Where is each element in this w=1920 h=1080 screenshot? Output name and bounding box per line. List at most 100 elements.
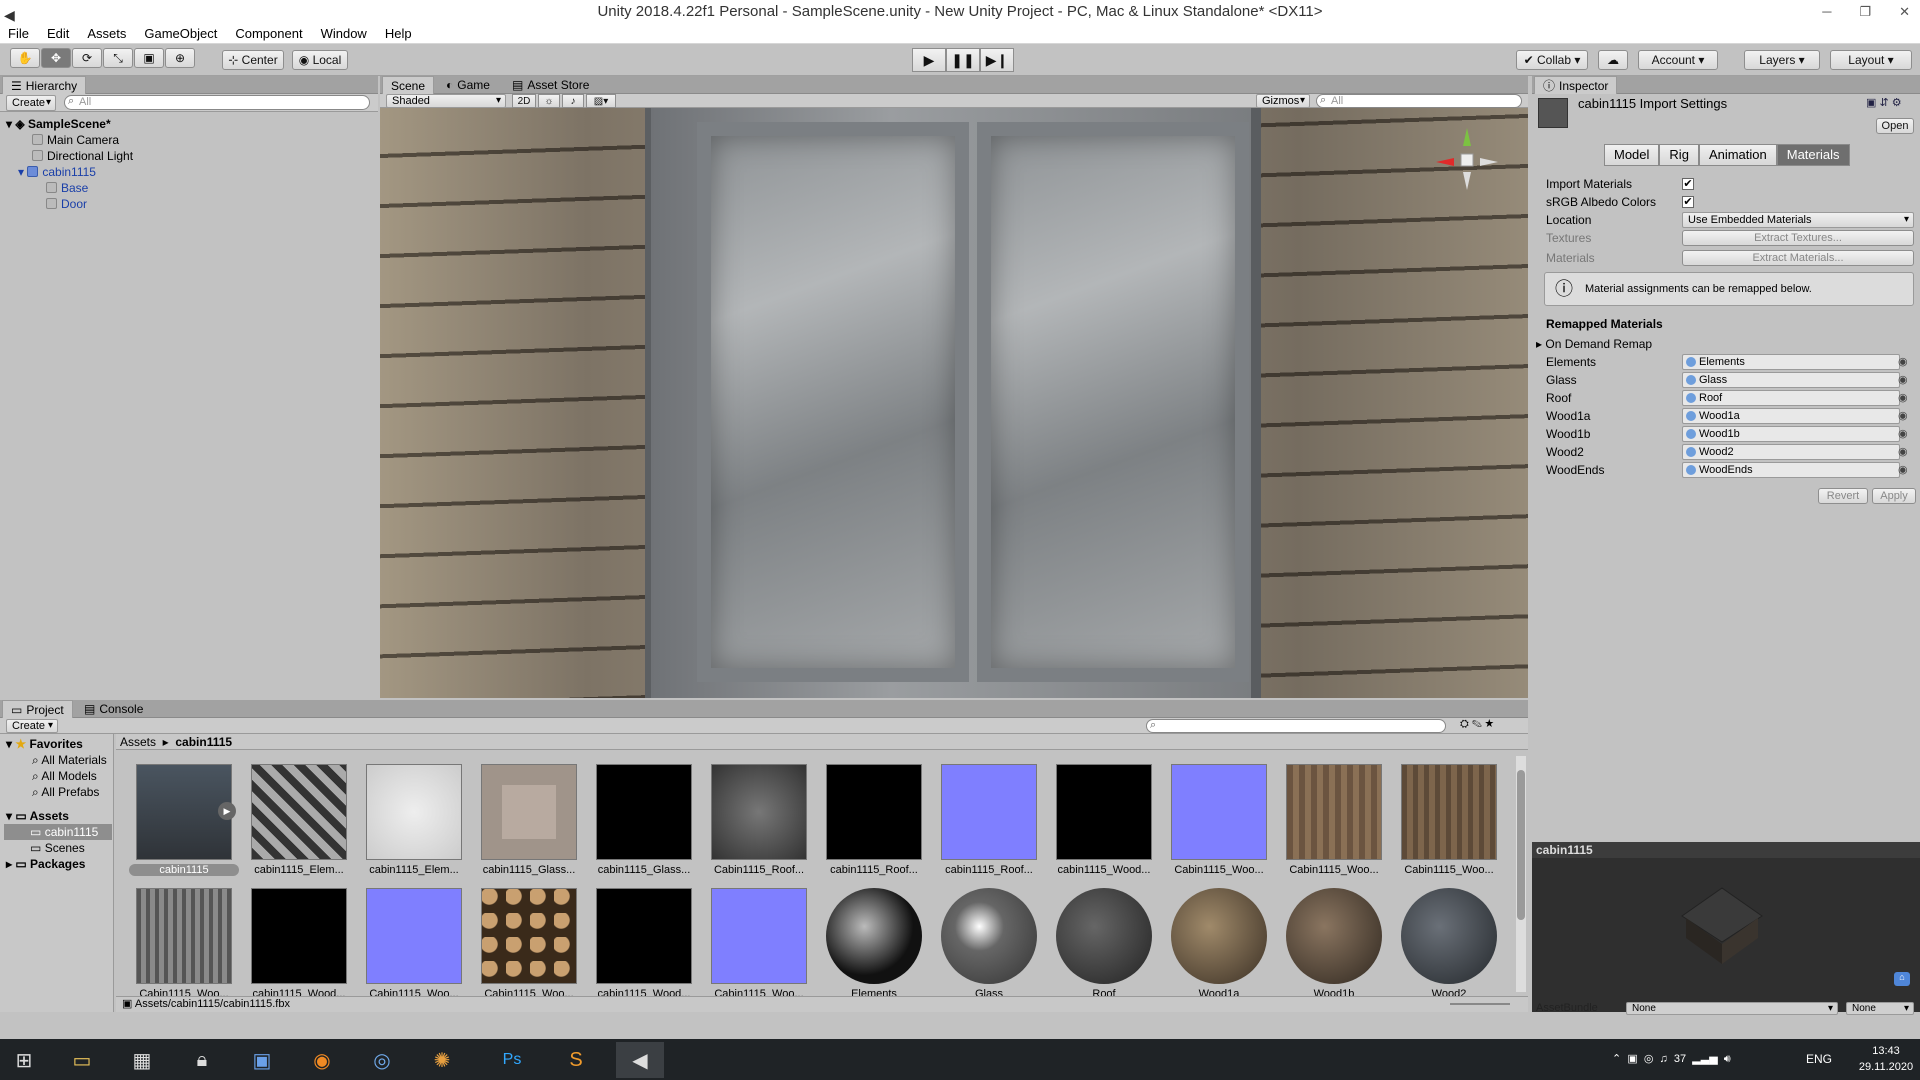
scene-orientation-gizmo[interactable]: [1432, 124, 1502, 194]
close-button[interactable]: ✕: [1899, 0, 1910, 24]
asset-thumbnail[interactable]: [1401, 764, 1497, 860]
asset-thumbnail[interactable]: [481, 888, 577, 984]
menu-gameobject[interactable]: GameObject: [144, 26, 217, 41]
gizmo-neg-y-axis[interactable]: [1463, 172, 1471, 190]
remap-field-roof[interactable]: Roof: [1682, 390, 1900, 406]
folder-cabin1115[interactable]: ▭ cabin1115: [4, 824, 112, 840]
start-button[interactable]: ⊞: [0, 1042, 48, 1078]
hierarchy-item-directional-light[interactable]: Directional Light: [32, 148, 133, 164]
apply-button[interactable]: Apply: [1872, 488, 1916, 504]
clock[interactable]: 13:43 29.11.2020: [1856, 1043, 1916, 1075]
open-button[interactable]: Open: [1876, 118, 1914, 134]
hierarchy-item-cabin1115[interactable]: ▾ cabin1115: [18, 164, 96, 180]
lighting-toggle[interactable]: ☼: [538, 94, 560, 108]
pivot-center-button[interactable]: ⊹ Center: [222, 50, 284, 70]
srgb-checkbox[interactable]: ✔: [1682, 196, 1694, 208]
asset-thumbnail[interactable]: [826, 888, 922, 984]
asset-thumbnail[interactable]: [1056, 888, 1152, 984]
menu-assets[interactable]: Assets: [87, 26, 126, 41]
object-picker-icon[interactable]: ◉: [1898, 391, 1908, 404]
asset-thumbnail[interactable]: [596, 888, 692, 984]
object-picker-icon[interactable]: ◉: [1898, 427, 1908, 440]
favorites-foldout[interactable]: ▾ ★ Favorites: [6, 736, 83, 752]
breadcrumb-assets[interactable]: Assets: [120, 735, 156, 749]
taskbar-keepass[interactable]: 🔒︎: [178, 1042, 226, 1078]
tab-console[interactable]: ▤ Console: [76, 700, 151, 718]
on-demand-remap-foldout[interactable]: ▸ On Demand Remap: [1536, 336, 1652, 352]
transform-tool-button[interactable]: ⊕: [165, 48, 195, 68]
asset-thumbnail[interactable]: [136, 888, 232, 984]
fav-all-models[interactable]: ⌕ All Models: [32, 768, 97, 784]
taskbar-explorer[interactable]: ▭: [58, 1042, 106, 1078]
project-scrollbar[interactable]: [1516, 756, 1526, 992]
tab-rig[interactable]: Rig: [1659, 144, 1699, 166]
tab-asset-store[interactable]: ▤ Asset Store: [504, 76, 597, 94]
shading-mode-dropdown[interactable]: Shaded: [386, 94, 506, 108]
scrollbar-thumb[interactable]: [1517, 770, 1525, 920]
asset-thumbnail[interactable]: [941, 764, 1037, 860]
preview-area[interactable]: cabin1115 ⌂: [1532, 842, 1920, 1012]
collab-button[interactable]: ✔ Collab ▾: [1516, 50, 1588, 70]
thumbnail-size-slider[interactable]: [1450, 1003, 1510, 1005]
layout-dropdown[interactable]: Layout ▾: [1830, 50, 1912, 70]
taskbar-save-app[interactable]: ▣: [238, 1042, 286, 1078]
asset-thumbnail[interactable]: [941, 888, 1037, 984]
folder-scenes[interactable]: ▭ Scenes: [30, 840, 85, 856]
project-filter-icons[interactable]: ⛭ ✎ ★: [1460, 718, 1494, 731]
asset-thumbnail[interactable]: [251, 888, 347, 984]
gizmo-y-axis[interactable]: [1463, 128, 1471, 146]
move-tool-button[interactable]: ✥: [41, 48, 71, 68]
asset-thumbnail[interactable]: [1401, 888, 1497, 984]
remap-field-glass[interactable]: Glass: [1682, 372, 1900, 388]
step-button[interactable]: ▶❙: [980, 48, 1014, 72]
hand-tool-button[interactable]: ✋: [10, 48, 40, 68]
menu-file[interactable]: File: [8, 26, 29, 41]
remap-field-elements[interactable]: Elements: [1682, 354, 1900, 370]
hierarchy-create-dropdown[interactable]: Create: [6, 95, 56, 111]
asset-thumbnail[interactable]: [1056, 764, 1152, 860]
packages-foldout[interactable]: ▸ ▭ Packages: [6, 856, 85, 872]
asset-thumbnail[interactable]: [596, 764, 692, 860]
assetbundle-variant-dropdown[interactable]: None: [1846, 1002, 1914, 1015]
scale-tool-button[interactable]: ⤡: [103, 48, 133, 68]
asset-thumbnail[interactable]: [366, 888, 462, 984]
hierarchy-search-input[interactable]: All: [64, 95, 370, 110]
tab-scene[interactable]: Scene: [382, 76, 435, 94]
asset-thumbnail[interactable]: [1171, 888, 1267, 984]
project-create-dropdown[interactable]: Create: [6, 719, 58, 733]
scene-search-input[interactable]: All: [1316, 94, 1522, 108]
scene-viewport[interactable]: [380, 108, 1528, 698]
rect-tool-button[interactable]: ▣: [134, 48, 164, 68]
fav-all-materials[interactable]: ⌕ All Materials: [32, 752, 107, 768]
rotate-tool-button[interactable]: ⟳: [72, 48, 102, 68]
object-picker-icon[interactable]: ◉: [1898, 409, 1908, 422]
remap-field-wood2[interactable]: Wood2: [1682, 444, 1900, 460]
maximize-button[interactable]: ❐: [1859, 0, 1871, 24]
taskbar-chrome[interactable]: ◎: [358, 1042, 406, 1078]
inspector-header-icons[interactable]: ▣ ⇵ ⚙: [1866, 96, 1902, 109]
asset-thumbnail[interactable]: [711, 888, 807, 984]
hierarchy-item-main-camera[interactable]: Main Camera: [32, 132, 119, 148]
tab-inspector[interactable]: ⓘ Inspector: [1534, 76, 1618, 94]
object-picker-icon[interactable]: ◉: [1898, 373, 1908, 386]
cloud-button[interactable]: ☁: [1598, 50, 1628, 70]
import-materials-checkbox[interactable]: ✔: [1682, 178, 1694, 190]
remap-field-wood1b[interactable]: Wood1b: [1682, 426, 1900, 442]
layers-dropdown[interactable]: Layers ▾: [1744, 50, 1820, 70]
minimize-button[interactable]: ─: [1822, 0, 1831, 24]
tab-animation[interactable]: Animation: [1698, 144, 1777, 166]
taskbar-calculator[interactable]: ▦: [118, 1042, 166, 1078]
tab-materials[interactable]: Materials: [1776, 144, 1850, 166]
remap-field-wood1a[interactable]: Wood1a: [1682, 408, 1900, 424]
project-search-input[interactable]: [1146, 719, 1446, 733]
revert-button[interactable]: Revert: [1818, 488, 1868, 504]
taskbar-firefox[interactable]: ◉: [298, 1042, 346, 1078]
pivot-local-button[interactable]: ◉ Local: [292, 50, 348, 70]
audio-toggle[interactable]: ♪: [562, 94, 584, 108]
object-picker-icon[interactable]: ◉: [1898, 463, 1908, 476]
taskbar-app[interactable]: ✺: [418, 1042, 466, 1078]
asset-thumbnail[interactable]: [366, 764, 462, 860]
fav-all-prefabs[interactable]: ⌕ All Prefabs: [32, 784, 99, 800]
pause-button[interactable]: ❚❚: [946, 48, 980, 72]
assets-foldout[interactable]: ▾ ▭ Assets: [6, 808, 69, 824]
